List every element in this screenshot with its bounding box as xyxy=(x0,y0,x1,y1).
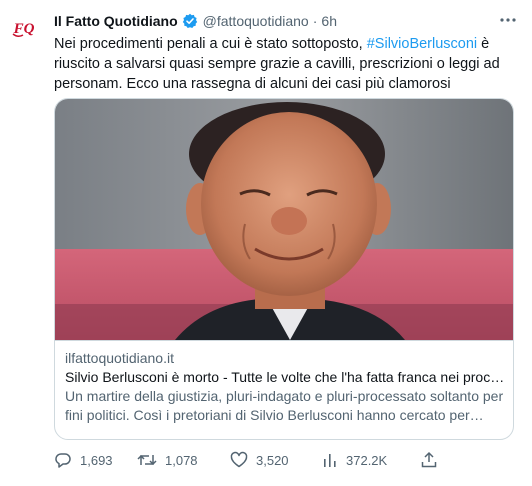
share-button[interactable] xyxy=(420,450,446,470)
fq-logo-icon: FQ xyxy=(12,21,35,38)
author-handle[interactable]: @fattoquotidiano xyxy=(203,12,309,30)
tweet-timestamp[interactable]: 6h xyxy=(321,12,337,30)
tweet[interactable]: FQ Il Fatto Quotidiano @fattoquotidiano … xyxy=(0,0,532,486)
like-count: 3,520 xyxy=(256,452,289,468)
heart-icon xyxy=(230,451,248,468)
card-title: Silvio Berlusconi è morto - Tutte le vol… xyxy=(65,369,505,385)
hashtag-link[interactable]: #SilvioBerlusconi xyxy=(367,36,477,52)
tweet-actions: 1,693 1,078 3,520 372.2K xyxy=(54,450,444,470)
author-name[interactable]: Il Fatto Quotidiano xyxy=(54,12,178,30)
views-count: 372.2K xyxy=(346,452,388,468)
retweet-count: 1,078 xyxy=(165,452,198,468)
avatar[interactable]: FQ xyxy=(10,14,38,42)
views-button[interactable]: 372.2K xyxy=(322,450,387,470)
card-body[interactable]: ilfattoquotidiano.it Silvio Berlusconi è… xyxy=(55,340,513,439)
card-image[interactable] xyxy=(55,99,513,340)
separator-dot: · xyxy=(312,13,318,29)
link-card[interactable]: ilfattoquotidiano.it Silvio Berlusconi è… xyxy=(54,98,514,440)
tweet-text: Nei procedimenti penali a cui è stato so… xyxy=(54,34,504,94)
retweet-button[interactable]: 1,078 xyxy=(137,450,198,470)
verified-badge-icon[interactable] xyxy=(182,13,198,29)
like-button[interactable]: 3,520 xyxy=(230,450,289,470)
more-dots-icon xyxy=(500,18,516,22)
tweet-text-part1: Nei procedimenti penali a cui è stato so… xyxy=(54,36,367,52)
views-bar-icon xyxy=(324,454,336,467)
card-domain: ilfattoquotidiano.it xyxy=(65,350,174,366)
retweet-icon xyxy=(137,454,157,466)
reply-button[interactable]: 1,693 xyxy=(54,450,113,470)
share-icon xyxy=(421,451,437,468)
card-description: Un martire della giustizia, pluri-indaga… xyxy=(65,388,504,423)
more-options-button[interactable] xyxy=(496,8,520,32)
tweet-header: Il Fatto Quotidiano @fattoquotidiano · 6… xyxy=(54,12,492,30)
reply-icon xyxy=(55,453,71,468)
svg-text:FQ: FQ xyxy=(13,21,35,37)
reply-count: 1,693 xyxy=(80,452,113,468)
